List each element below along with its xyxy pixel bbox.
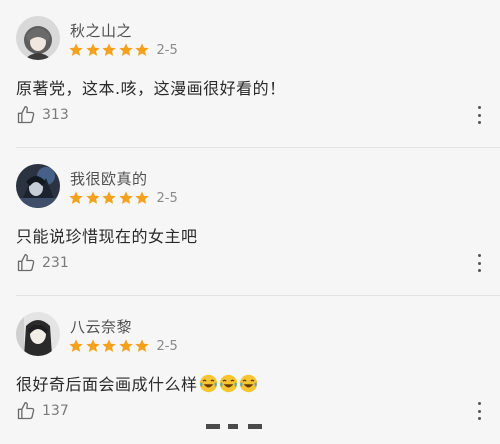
star-rating: 2-5 [68,336,178,356]
star-icon [85,339,100,352]
thumbs-up-icon [17,106,35,124]
star-icon [102,339,116,352]
comment-text: 很好奇后面会画成什么样 [16,371,258,395]
star-icon [69,43,83,56]
cropped-text-fragment [206,424,266,429]
like-count: 137 [42,403,69,419]
star-icon [135,339,149,352]
laughing-tears-emoji [219,374,237,392]
like-count: 313 [42,107,69,123]
more-vertical-icon[interactable] [472,106,486,124]
star-icon [118,43,133,56]
star-icon [69,191,83,204]
comment-item: 我很欧真的 2-5 只能说珍惜现在的女主吧 231 [0,148,500,296]
star-icon [118,191,133,204]
like-count: 231 [42,255,69,271]
comment-text: 只能说珍惜现在的女主吧 [16,223,198,247]
comment-text: 原著党，这本.咳，这漫画很好看的！ [16,75,286,99]
username[interactable]: 秋之山之 [70,20,132,41]
chapter-label: 2-5 [156,42,178,58]
comment-item: 八云奈黎 2-5 很好奇后面会画成什么样 137 [0,296,500,444]
laughing-tears-emoji [239,374,257,392]
star-rating: 2-5 [68,40,178,60]
like-button[interactable]: 231 [16,252,69,274]
chapter-label: 2-5 [156,338,178,354]
star-icon [135,191,149,204]
avatar[interactable] [16,164,60,208]
star-icon [118,339,133,352]
star-rating: 2-5 [68,188,178,208]
avatar[interactable] [16,312,60,356]
thumbs-up-icon [17,254,35,272]
comment-text-content: 很好奇后面会画成什么样 [16,375,198,394]
star-icon [85,191,100,204]
star-icon [135,43,149,56]
comment-item: 秋之山之 2-5 原著党，这本.咳，这漫画很好看的！ 313 [0,0,500,148]
star-icon [69,339,83,352]
star-icon [85,43,100,56]
like-button[interactable]: 137 [16,400,69,422]
more-vertical-icon[interactable] [472,402,486,420]
username[interactable]: 我很欧真的 [70,168,148,189]
avatar[interactable] [16,16,60,60]
star-icon [102,191,116,204]
comment-text-content: 只能说珍惜现在的女主吧 [16,227,198,246]
laughing-tears-emoji [199,374,217,392]
comment-text-content: 原著党，这本.咳，这漫画很好看的！ [16,79,286,98]
star-icon [102,43,116,56]
more-vertical-icon[interactable] [472,254,486,272]
chapter-label: 2-5 [156,190,178,206]
thumbs-up-icon [17,402,35,420]
like-button[interactable]: 313 [16,104,69,126]
username[interactable]: 八云奈黎 [70,316,132,337]
